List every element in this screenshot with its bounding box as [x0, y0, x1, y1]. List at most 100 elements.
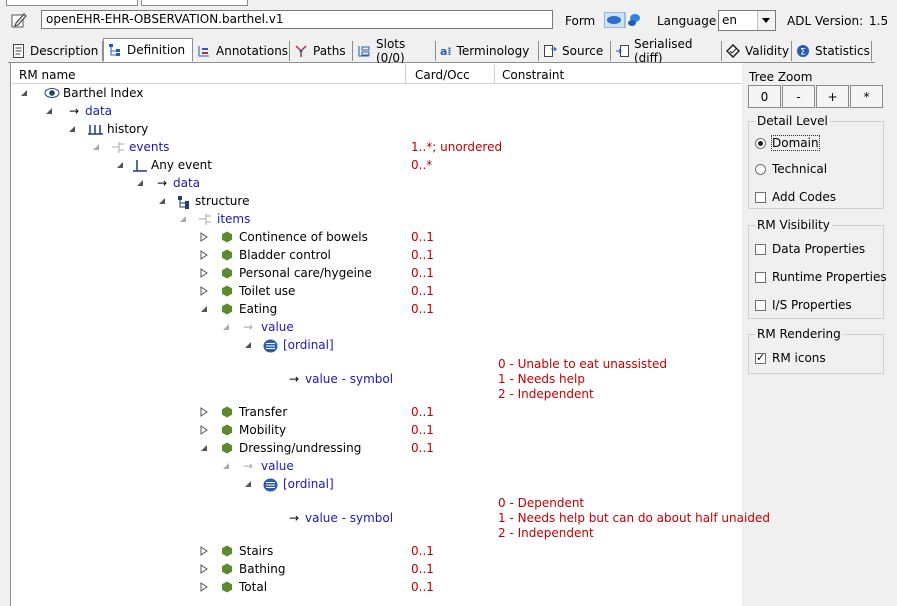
zoom-in-button[interactable]: + [816, 85, 849, 108]
tree-row-event-data[interactable]: → data [11, 175, 742, 193]
occurrences: 0..1 [411, 302, 434, 316]
tree-row-dressing-ordinal[interactable]: [ordinal] [11, 476, 742, 494]
data-properties-option[interactable]: Data Properties [755, 242, 865, 256]
definition-tree-panel[interactable]: RM name Card/Occ Constraint Barthel Inde… [10, 63, 770, 606]
language-select[interactable]: en [718, 10, 776, 31]
expand-triangle-icon[interactable] [199, 286, 209, 296]
collapse-triangle-icon[interactable] [243, 340, 253, 350]
collapse-triangle-icon[interactable] [199, 304, 209, 314]
edit-icon[interactable] [11, 12, 27, 28]
expand-triangle-icon[interactable] [199, 232, 209, 242]
expand-triangle-icon[interactable] [199, 250, 209, 260]
tab-slots[interactable]: Slots (0/0) [353, 37, 436, 65]
checkbox[interactable] [755, 191, 766, 203]
tree-row-stairs[interactable]: Stairs 0..1 [11, 543, 742, 561]
tree-row-eating-ordinal[interactable]: [ordinal] [11, 337, 742, 355]
tab-source[interactable]: Source [539, 41, 611, 61]
archetype-id-field[interactable]: openEHR-EHR-OBSERVATION.barthel.v1 [41, 10, 553, 29]
expand-triangle-icon[interactable] [199, 407, 209, 417]
tree-row-bladder[interactable]: Bladder control 0..1 [11, 247, 742, 265]
zoom-out-button[interactable]: - [782, 85, 815, 108]
tree-row-toilet[interactable]: Toilet use 0..1 [11, 283, 742, 301]
tree-row-dressing-value[interactable]: → value [11, 458, 742, 476]
definition-tree-icon [109, 44, 120, 56]
rm-visibility-group: RM Visibility Data Properties Runtime Pr… [748, 218, 887, 319]
column-header: RM name Card/Occ Constraint [11, 65, 742, 84]
checkbox[interactable] [755, 299, 766, 311]
collapse-triangle-icon[interactable] [178, 214, 188, 224]
expand-triangle-icon[interactable] [199, 546, 209, 556]
column-rm-name[interactable]: RM name [19, 68, 76, 82]
checkbox[interactable] [755, 271, 766, 283]
tree-row-events[interactable]: events 1..*; unordered [11, 139, 742, 157]
collapse-triangle-icon[interactable] [19, 88, 29, 98]
element-icon [222, 231, 232, 243]
tree-row-transfer[interactable]: Transfer 0..1 [11, 404, 742, 422]
form-icon[interactable] [604, 12, 644, 28]
tree-row-total[interactable]: Total 0..1 [11, 579, 742, 597]
terminology-icon: a⁞ [440, 44, 452, 58]
tab-terminology[interactable]: a⁞ Terminology [436, 41, 539, 61]
column-constraint[interactable]: Constraint [502, 68, 564, 82]
tree-row-eating-symbol[interactable]: → value - symbol 0 - Unable to eat unass… [11, 355, 742, 409]
tab-validity[interactable]: Validity [722, 41, 792, 61]
collapse-triangle-icon[interactable] [221, 461, 231, 471]
tree-row-dressing-symbol[interactable]: → value - symbol 0 - Dependent 1 - Needs… [11, 494, 770, 548]
parent-tab-1[interactable] [6, 0, 138, 6]
tab-paths[interactable]: Paths [290, 41, 353, 61]
expand-triangle-icon[interactable] [199, 564, 209, 574]
collapse-triangle-icon[interactable] [67, 124, 77, 134]
expand-triangle-icon[interactable] [199, 425, 209, 435]
tree-row-items[interactable]: items [11, 211, 742, 229]
tree-row-bathing[interactable]: Bathing 0..1 [11, 561, 742, 579]
tree-row-eating-value[interactable]: → value [11, 319, 742, 337]
parent-tab-2[interactable] [141, 0, 248, 6]
collapse-triangle-icon[interactable] [91, 142, 101, 152]
add-codes-option[interactable]: Add Codes [755, 190, 836, 204]
cardinality: 1..*; unordered [411, 140, 503, 154]
node-label: Stairs [239, 544, 274, 558]
is-properties-option[interactable]: I/S Properties [755, 298, 852, 312]
expand-triangle-icon[interactable] [199, 268, 209, 278]
tree-row-barthel-index[interactable]: Barthel Index [11, 85, 742, 103]
collapse-triangle-icon[interactable] [243, 479, 253, 489]
collapse-triangle-icon[interactable] [44, 106, 54, 116]
tree-row-personal-care[interactable]: Personal care/hygeine 0..1 [11, 265, 742, 283]
occurrences: 0..1 [411, 544, 434, 558]
tab-serialised[interactable]: Serialised (diff) [611, 37, 722, 65]
checkbox-checked[interactable] [755, 351, 766, 364]
technical-option[interactable]: Technical [755, 162, 827, 176]
collapse-triangle-icon[interactable] [115, 160, 125, 170]
description-icon [13, 44, 24, 58]
checkbox[interactable] [755, 243, 766, 255]
collapse-triangle-icon[interactable] [135, 178, 145, 188]
column-card-occ[interactable]: Card/Occ [415, 68, 470, 82]
rm-icons-option[interactable]: RM icons [755, 351, 826, 365]
occurrences: 0..1 [411, 284, 434, 298]
column-divider[interactable] [405, 65, 406, 83]
collapse-triangle-icon[interactable] [221, 322, 231, 332]
tab-annotations[interactable]: Annotations [193, 41, 290, 61]
tree-row-eating[interactable]: Eating 0..1 [11, 301, 742, 319]
tab-statistics[interactable]: Σ Statistics [792, 41, 872, 61]
tree-row-continence[interactable]: Continence of bowels 0..1 [11, 229, 742, 247]
tree-row-structure[interactable]: structure [11, 193, 742, 211]
zoom-reset-button[interactable]: 0 [748, 85, 781, 108]
tab-description[interactable]: Description [8, 41, 103, 61]
tree-row-data[interactable]: → data [11, 103, 742, 121]
collapse-triangle-icon[interactable] [199, 443, 209, 453]
tree-row-dressing[interactable]: Dressing/undressing 0..1 [11, 440, 742, 458]
tab-definition[interactable]: Definition [103, 38, 193, 62]
collapse-triangle-icon[interactable] [157, 196, 167, 206]
tree-row-history[interactable]: history [11, 121, 742, 139]
column-divider[interactable] [494, 65, 495, 83]
radio-selected[interactable] [755, 137, 766, 149]
runtime-properties-option[interactable]: Runtime Properties [755, 270, 887, 284]
zoom-all-button[interactable]: * [850, 85, 883, 108]
tree-row-any-event[interactable]: Any event 0..* [11, 157, 742, 175]
chevron-down-icon[interactable] [757, 11, 775, 30]
expand-triangle-icon[interactable] [199, 582, 209, 592]
tree-row-mobility[interactable]: Mobility 0..1 [11, 422, 742, 440]
radio[interactable] [755, 163, 766, 175]
domain-option[interactable]: Domain [755, 135, 820, 151]
